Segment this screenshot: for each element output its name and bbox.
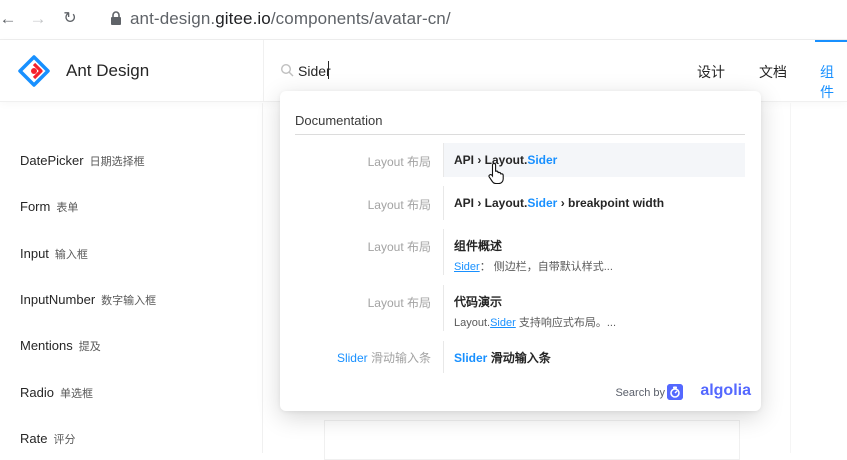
result-title-suffix: 滑动输入条 — [487, 351, 551, 365]
result-category-label: Layout 布局 — [367, 155, 431, 169]
result-snippet-highlight: Sider — [454, 261, 480, 273]
result-snippet: Layout.Sider 支持响应式布局。... — [454, 314, 616, 330]
sidebar-item-label: InputNumber — [20, 292, 96, 307]
result-title-text: API › Layout. — [454, 196, 528, 210]
sidebar-item-label: Rate — [20, 431, 48, 446]
sidebar-item-cn-label: 单选框 — [59, 388, 93, 400]
result-title-highlight: Sider — [527, 196, 558, 210]
text-caret — [328, 61, 329, 79]
search-icon — [280, 63, 294, 77]
forward-arrow-icon[interactable]: → — [28, 9, 48, 29]
result-category: Layout 布局 — [368, 238, 431, 255]
result-category: Layout 布局 — [368, 153, 431, 170]
header-divider — [263, 40, 264, 102]
sidebar-item-cn-label: 提及 — [78, 341, 101, 353]
sidebar-item-cn-label: 输入框 — [54, 249, 88, 261]
result-title: Slider 滑动输入条 — [454, 349, 551, 366]
result-category: Slider 滑动输入条 — [337, 349, 431, 366]
result-title: 组件概述 — [454, 239, 503, 253]
url-host: gitee.io — [215, 9, 271, 28]
result-category-label: 滑动输入条 — [367, 351, 431, 365]
result-hit[interactable]: Slider 滑动输入条 — [444, 341, 745, 373]
brand-name[interactable]: Ant Design — [66, 61, 149, 81]
sidebar-item-label: Radio — [20, 385, 54, 400]
sidebar-item-datepicker[interactable]: DatePicker 日期选择框 — [20, 153, 145, 169]
content-divider — [790, 103, 791, 453]
nav-active-indicator — [815, 40, 847, 42]
search-result[interactable]: Layout 布局 API › Layout.Sider — [295, 143, 745, 177]
sidebar-item-cn-label: 日期选择框 — [89, 156, 145, 168]
result-title: API › Layout.Sider › breakpoint width — [454, 196, 664, 210]
result-category-label: Layout 布局 — [367, 296, 431, 310]
reload-icon[interactable]: ↻ — [60, 9, 80, 29]
nav-docs[interactable]: 文档 — [759, 62, 787, 82]
search-result[interactable]: Slider 滑动输入条 Slider 滑动输入条 — [295, 341, 745, 373]
result-snippet-highlight: Sider — [490, 317, 516, 329]
back-arrow-icon[interactable]: ← — [0, 9, 18, 29]
sidebar-item-mentions[interactable]: Mentions 提及 — [20, 338, 101, 354]
result-hit[interactable]: 组件概述 Sider： 侧边栏，自带默认样式... — [444, 229, 745, 275]
sidebar-item-cn-label: 表单 — [56, 202, 79, 214]
url-path: /components/avatar-cn/ — [270, 9, 451, 28]
sidebar-item-cn-label: 数字输入框 — [101, 295, 157, 307]
sidebar-item-input[interactable]: Input 输入框 — [20, 246, 88, 262]
result-category: Layout 布局 — [368, 196, 431, 213]
sidebar-item-form[interactable]: Form 表单 — [20, 199, 78, 215]
result-category-label: Layout 布局 — [367, 240, 431, 254]
search-result[interactable]: Layout 布局 代码演示 Layout.Sider 支持响应式布局。... — [295, 285, 745, 331]
search-by-label: Search by — [615, 387, 665, 399]
search-by-algolia[interactable]: Search by algolia — [551, 382, 751, 403]
result-hit[interactable]: API › Layout.Sider › breakpoint width — [444, 186, 745, 220]
algolia-wordmark: algolia — [700, 382, 751, 399]
url-subdomain: ant-design. — [130, 9, 216, 28]
result-title-highlight: Slider — [454, 351, 488, 365]
section-divider — [295, 134, 745, 135]
algolia-logo-icon — [667, 384, 683, 400]
sidebar-item-inputnumber[interactable]: InputNumber 数字输入框 — [20, 292, 156, 308]
sidebar-item-rate[interactable]: Rate 评分 — [20, 431, 75, 447]
ant-design-logo-icon[interactable] — [18, 55, 50, 87]
result-title-suffix: › breakpoint width — [557, 196, 665, 210]
result-snippet: Sider： 侧边栏，自带默认样式... — [454, 258, 613, 274]
sidebar-item-label: Mentions — [20, 338, 73, 353]
sidebar-item-label: Input — [20, 246, 49, 261]
search-results-dropdown: Documentation Layout 布局 API › Layout.Sid… — [280, 91, 761, 411]
results-section-title: Documentation — [295, 113, 383, 128]
result-snippet-prefix: Layout. — [454, 317, 491, 329]
lock-icon — [111, 11, 121, 25]
browser-toolbar: ← → ↻ ant-design.gitee.io/components/ava… — [0, 0, 847, 40]
result-hit[interactable]: 代码演示 Layout.Sider 支持响应式布局。... — [444, 285, 745, 331]
result-category-highlight: Slider — [336, 351, 368, 365]
sidebar-menu: DatePicker 日期选择框 Form 表单 Input 输入框 InputNum… — [0, 103, 263, 453]
sidebar-item-label: DatePicker — [20, 153, 84, 168]
sidebar-item-cn-label: 评分 — [53, 434, 76, 446]
sidebar-item-radio[interactable]: Radio 单选框 — [20, 385, 93, 401]
result-title-highlight: Sider — [527, 153, 558, 167]
nav-components[interactable]: 组件 — [820, 62, 847, 102]
result-category-label: Layout 布局 — [367, 198, 431, 212]
search-result[interactable]: Layout 布局 API › Layout.Sider › breakpoin… — [295, 186, 745, 220]
result-category: Layout 布局 — [368, 294, 431, 311]
sidebar-item-label: Form — [20, 199, 51, 214]
hand-pointer-cursor-icon — [488, 162, 504, 184]
search-result[interactable]: Layout 布局 组件概述 Sider： 侧边栏，自带默认样式... — [295, 229, 745, 275]
result-title: 代码演示 — [454, 295, 503, 309]
content-card-outline — [324, 420, 740, 460]
search-input[interactable] — [298, 60, 598, 82]
result-snippet-text: 支持响应式布局。... — [515, 317, 617, 329]
nav-design[interactable]: 设计 — [697, 62, 725, 82]
result-snippet-text: ： 侧边栏，自带默认样式... — [479, 261, 613, 273]
address-bar-url[interactable]: ant-design.gitee.io/components/avatar-cn… — [130, 9, 451, 29]
